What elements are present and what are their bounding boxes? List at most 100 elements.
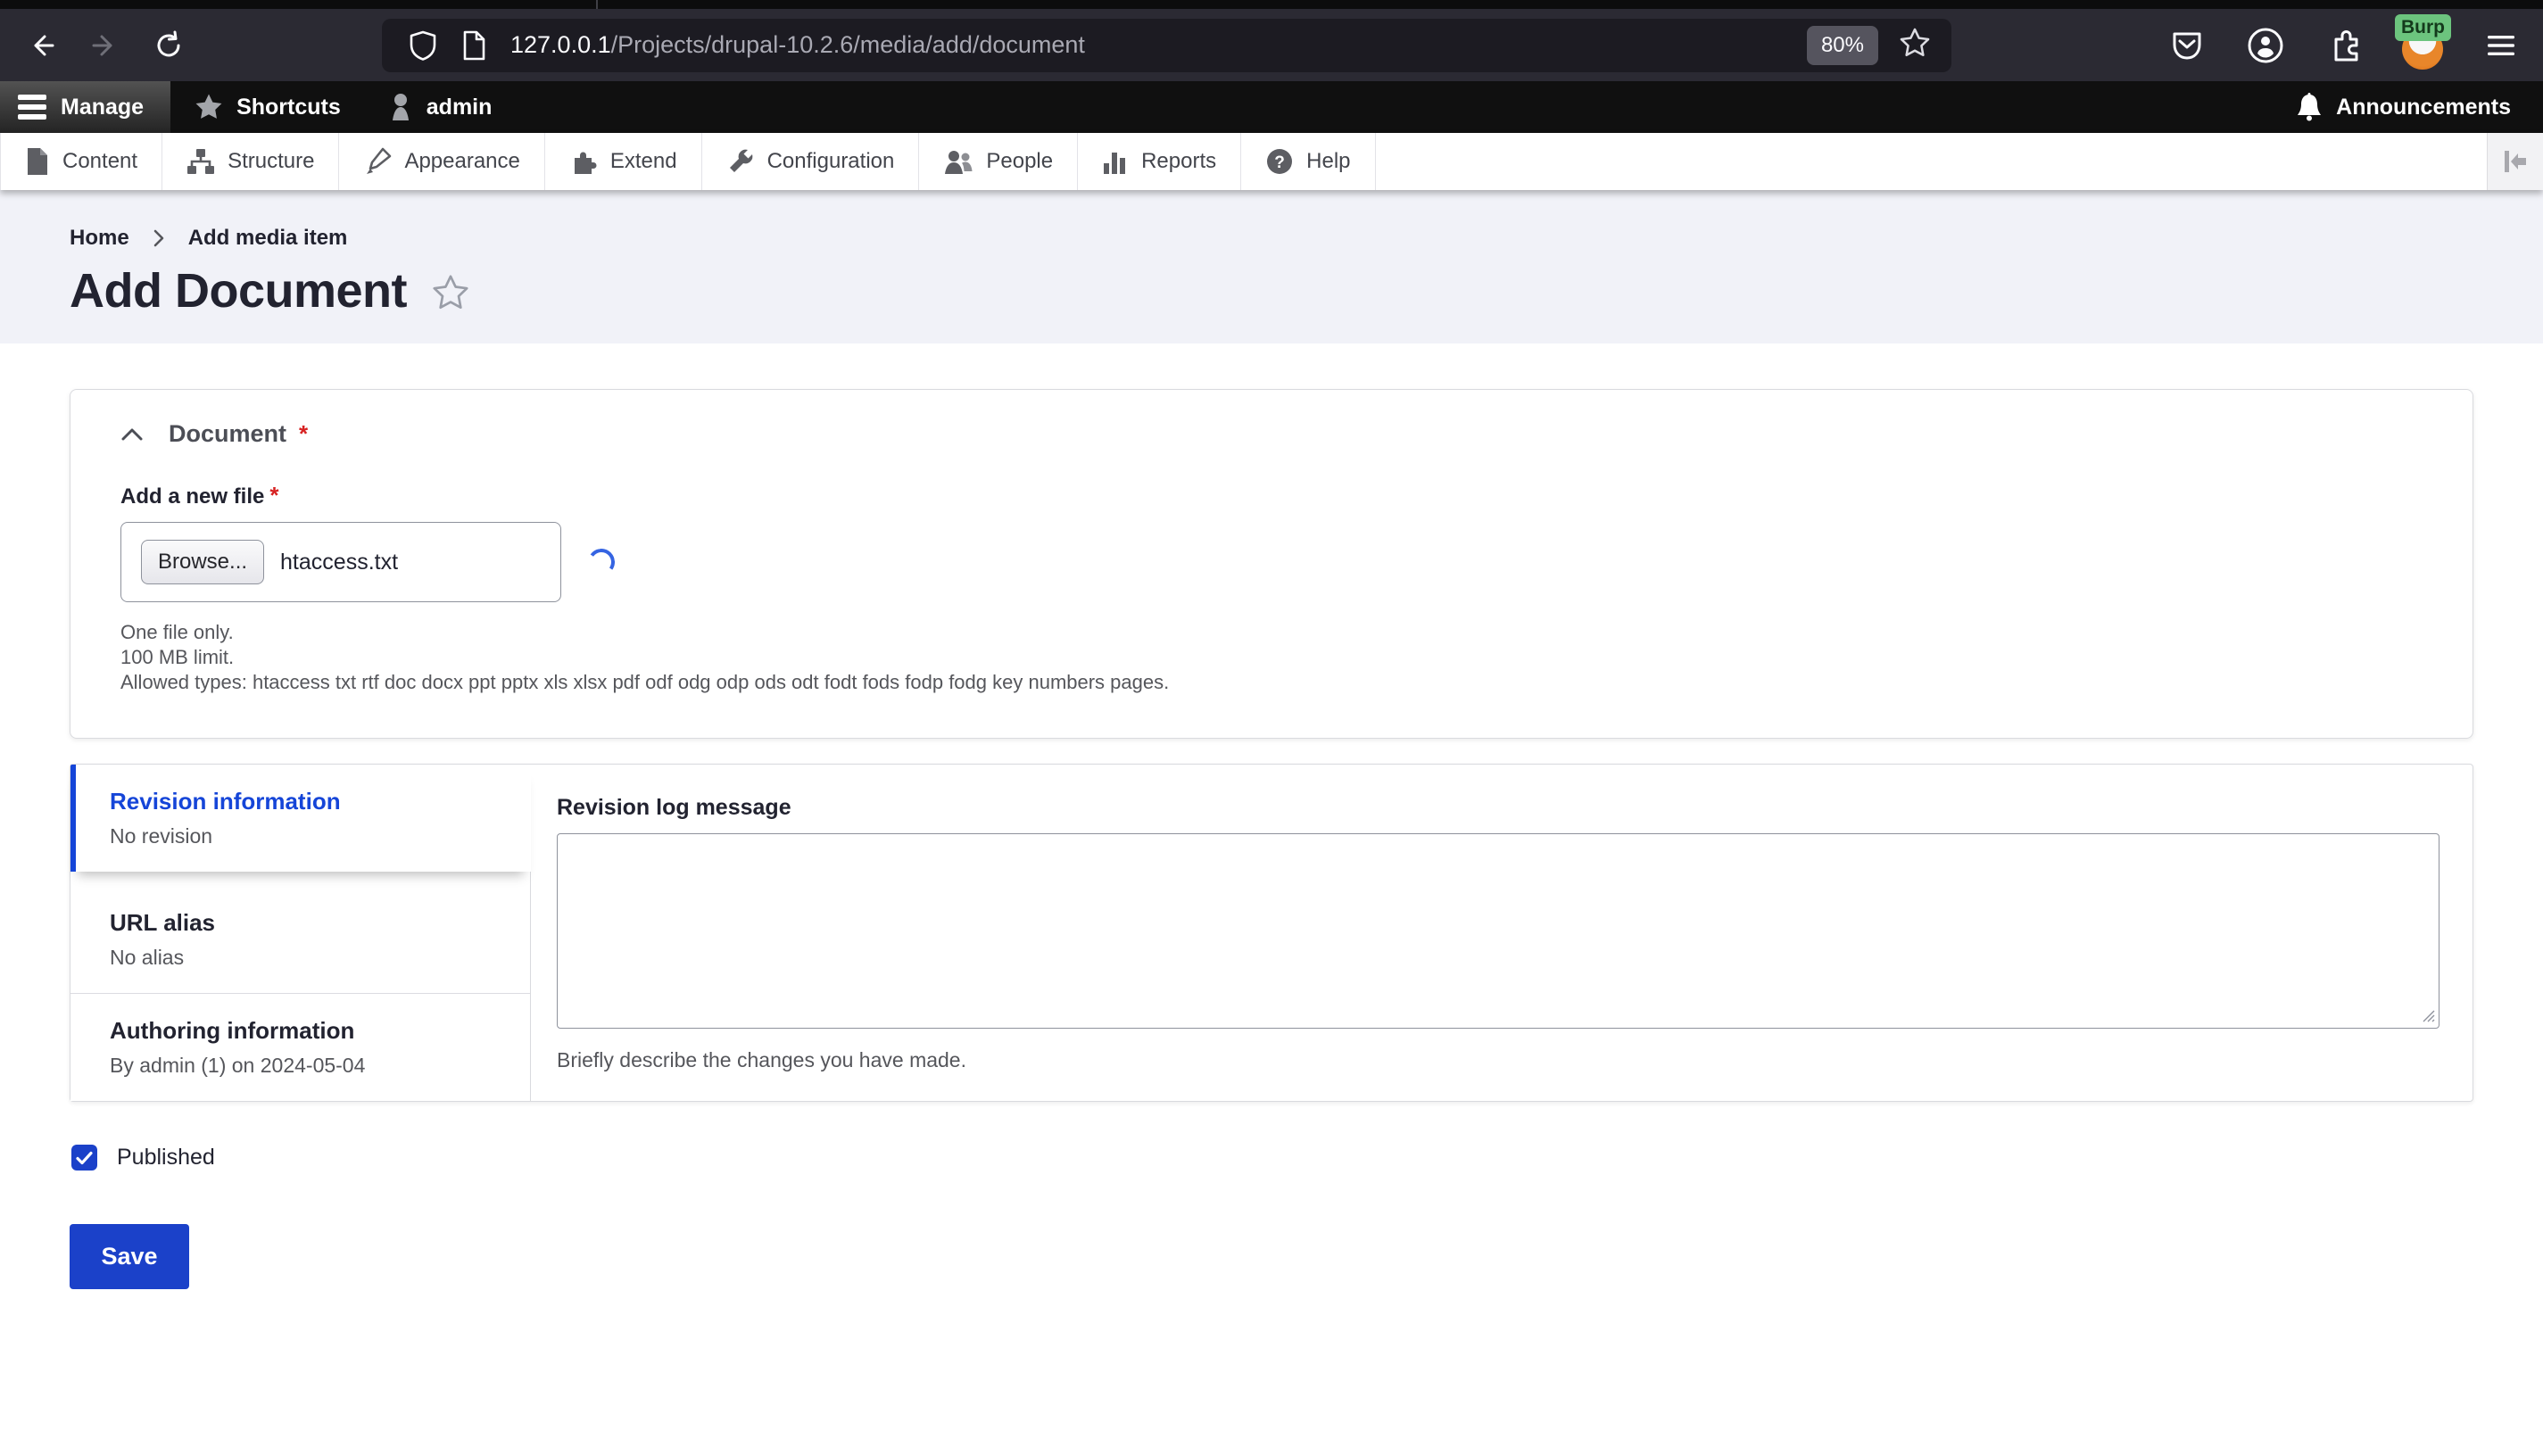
extensions-puzzle-icon (2334, 29, 2358, 61)
url-bar[interactable]: 127.0.0.1/Projects/drupal-10.2.6/media/a… (382, 18, 1951, 72)
menu-item-label: Structure (228, 149, 315, 173)
extend-puzzle-icon (574, 152, 597, 174)
drupal-menu-bar: Content Structure Appearance Extend Conf… (0, 133, 2543, 190)
page-info-icon[interactable] (460, 30, 487, 61)
document-details-panel: Document * Add a new file * Browse... hta… (70, 389, 2473, 739)
menu-item-help[interactable]: ? Help (1241, 133, 1376, 190)
profile-badge: Burp (2395, 13, 2451, 41)
browser-tab-strip (0, 0, 2543, 9)
manage-label: Manage (61, 94, 145, 120)
menu-item-people[interactable]: People (919, 133, 1079, 190)
drupal-admin-toolbar: Manage Shortcuts admin Announcements (0, 81, 2543, 133)
breadcrumb-chevron-icon (153, 228, 165, 248)
tracking-shield-icon[interactable] (409, 30, 437, 61)
bookmark-star-icon (1900, 28, 1930, 57)
url-text[interactable]: 127.0.0.1/Projects/drupal-10.2.6/media/a… (510, 31, 1085, 59)
hint-allowed-types: Allowed types: htaccess txt rtf doc docx… (120, 671, 1170, 693)
revision-log-hint: Briefly describe the changes you have ma… (557, 1048, 966, 1071)
tab-revision-information[interactable]: Revision information No revision (70, 765, 531, 872)
toolbar-collapse-button[interactable] (2487, 133, 2543, 190)
shortcuts-label: Shortcuts (236, 94, 341, 120)
revision-log-label: Revision log message (557, 795, 791, 820)
help-icon: ? (1267, 149, 1293, 174)
hamburger-menu-icon (2488, 35, 2514, 55)
menu-item-label: Appearance (404, 149, 520, 173)
profile-button[interactable]: Burp (2395, 13, 2451, 71)
document-details-summary[interactable]: Document * (120, 411, 2423, 457)
file-upload-input[interactable]: Browse... htaccess.txt (120, 522, 561, 602)
file-field-description: One file only. 100 MB limit. Allowed typ… (120, 620, 2423, 695)
textarea-resize-handle[interactable] (2422, 1009, 2436, 1023)
svg-text:?: ? (1274, 153, 1285, 172)
menu-item-structure[interactable]: Structure (162, 133, 340, 190)
people-icon (945, 151, 973, 174)
favorite-star-icon[interactable] (430, 272, 471, 318)
pocket-icon (2173, 32, 2201, 59)
tab-url-alias[interactable]: URL alias No alias (70, 886, 530, 994)
tab-summary: No alias (110, 946, 185, 969)
menu-item-reports[interactable]: Reports (1078, 133, 1242, 190)
admin-username-label: admin (426, 94, 493, 120)
required-marker: * (299, 420, 309, 447)
configuration-wrench-icon (729, 149, 752, 172)
menu-item-label: Content (62, 149, 138, 173)
toolbar-item-shortcuts[interactable]: Shortcuts (170, 81, 364, 133)
app-menu-button[interactable] (2475, 20, 2527, 71)
revision-information-pane: Revision log message Briefly describe th… (530, 765, 2475, 1101)
revision-log-textarea[interactable] (557, 833, 2439, 1029)
breadcrumb-home-link[interactable]: Home (70, 226, 129, 251)
selected-filename: htaccess.txt (280, 549, 399, 575)
main-content: Document * Add a new file * Browse... hta… (0, 389, 2543, 1289)
structure-sitemap-icon (187, 149, 215, 174)
bookmark-button[interactable] (1898, 26, 1932, 64)
checkmark-icon (76, 1151, 93, 1164)
back-arrow-icon (34, 35, 54, 55)
tab-divider (596, 0, 598, 9)
hint-size-limit: 100 MB limit. (120, 646, 235, 668)
required-marker: * (269, 482, 279, 509)
menu-item-label: People (986, 149, 1054, 173)
breadcrumb: Home Add media item (70, 226, 2543, 251)
toolbar-item-admin-user[interactable]: admin (364, 81, 516, 133)
toolbar-item-manage[interactable]: Manage (0, 81, 171, 133)
menu-item-label: Configuration (766, 149, 895, 173)
chevron-up-icon (121, 428, 143, 440)
reports-chart-icon (1104, 153, 1126, 174)
menu-item-extend[interactable]: Extend (545, 133, 702, 190)
extensions-button[interactable] (2318, 20, 2370, 71)
menu-item-configuration[interactable]: Configuration (702, 133, 920, 190)
menu-item-appearance[interactable]: Appearance (339, 133, 545, 190)
menu-item-label: Help (1306, 149, 1351, 173)
browse-button[interactable]: Browse... (141, 540, 265, 584)
user-icon (392, 94, 409, 120)
published-field: Published (71, 1145, 2543, 1171)
published-label: Published (117, 1145, 215, 1170)
forward-button[interactable] (80, 21, 130, 70)
menu-item-content[interactable]: Content (0, 133, 163, 190)
published-checkbox[interactable] (71, 1145, 97, 1171)
shortcuts-star-icon (195, 94, 222, 119)
forward-arrow-icon (92, 35, 112, 55)
back-button[interactable] (16, 21, 66, 70)
reload-button[interactable] (145, 21, 195, 70)
account-icon (2248, 28, 2283, 62)
tab-summary: No revision (110, 824, 213, 848)
pocket-button[interactable] (2161, 20, 2213, 71)
breadcrumb-current: Add media item (187, 226, 348, 250)
zoom-level-badge[interactable]: 80% (1806, 25, 1878, 65)
tab-summary: By admin (1) on 2024-05-04 (110, 1054, 366, 1077)
menu-item-label: Reports (1141, 149, 1217, 173)
toolbar-item-announcements[interactable]: Announcements (2272, 81, 2543, 133)
manage-hamburger-icon (18, 95, 46, 120)
file-field-label: Add a new file * (120, 482, 279, 509)
account-button[interactable] (2240, 20, 2291, 71)
content-file-icon (28, 148, 47, 175)
browser-action-icons: Burp (2161, 13, 2527, 71)
page-header: Home Add media item Add Document (0, 190, 2543, 343)
save-button[interactable]: Save (70, 1224, 189, 1289)
collapse-tray-icon (2505, 151, 2526, 172)
document-section-title: Document (169, 420, 287, 447)
vertical-tabs-widget: Revision information No revision URL ali… (70, 764, 2473, 1102)
url-path: /Projects/drupal-10.2.6/media/add/docume… (610, 31, 1085, 58)
tab-authoring-information[interactable]: Authoring information By admin (1) on 20… (70, 994, 530, 1101)
